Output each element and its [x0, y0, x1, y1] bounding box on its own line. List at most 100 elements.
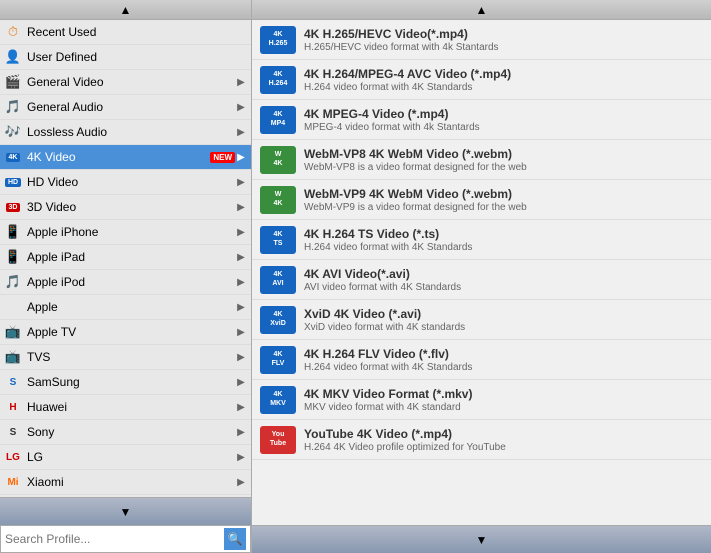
right-list-item-youtube-4k[interactable]: You TubeYouTube 4K Video (*.mp4)H.264 4K… — [252, 420, 711, 460]
format-desc: WebM-VP9 is a video format designed for … — [304, 202, 703, 213]
format-desc: WebM-VP8 is a video format designed for … — [304, 162, 703, 173]
apple-icon — [4, 298, 22, 316]
format-title: WebM-VP8 4K WebM Video (*.webm) — [304, 147, 703, 161]
left-scroll-up-btn[interactable]: ▲ — [0, 0, 251, 20]
right-list-item-4k-h264-avc[interactable]: 4K H.264 4K H.264/MPEG-4 AVC Video (*.mp4… — [252, 60, 711, 100]
left-list: ⏱Recent Used👤User Defined🎬General Video▶… — [0, 20, 251, 497]
right-list-item-4k-flv[interactable]: 4K FLV 4K H.264 FLV Video (*.flv)H.264 vi… — [252, 340, 711, 380]
format-title: 4K MKV Video Format (*.mkv) — [304, 387, 703, 401]
right-list-item-webm-vp9[interactable]: W 4KWebM-VP9 4K WebM Video (*.webm)WebM-… — [252, 180, 711, 220]
format-title: YouTube 4K Video (*.mp4) — [304, 427, 703, 441]
right-list-item-4k-mkv[interactable]: 4K MKV 4K MKV Video Format (*.mkv)MKV vid… — [252, 380, 711, 420]
left-item-label: General Video — [27, 75, 235, 89]
format-text-4k-h264-avc: 4K H.264/MPEG-4 AVC Video (*.mp4)H.264 v… — [304, 67, 703, 93]
left-list-item-user-defined[interactable]: 👤User Defined — [0, 45, 251, 70]
left-list-item-xiaomi[interactable]: MiXiaomi▶ — [0, 470, 251, 495]
left-list-item-sony[interactable]: SSony▶ — [0, 420, 251, 445]
left-list-item-tvs[interactable]: 📺TVS▶ — [0, 345, 251, 370]
search-button[interactable]: 🔍 — [224, 528, 246, 550]
left-list-item-3d-video[interactable]: 3D3D Video▶ — [0, 195, 251, 220]
arrow-right-icon: ▶ — [235, 327, 247, 338]
left-list-item-general-video[interactable]: 🎬General Video▶ — [0, 70, 251, 95]
right-list-item-xvid-4k[interactable]: 4K XviDXviD 4K Video (*.avi)XviD video f… — [252, 300, 711, 340]
left-item-label: Sony — [27, 425, 235, 439]
left-list-item-hd-video[interactable]: HDHD Video▶ — [0, 170, 251, 195]
right-scroll-up-icon: ▲ — [476, 3, 488, 17]
format-icon-4k-mkv: 4K MKV — [260, 386, 296, 414]
format-desc: H.265/HEVC video format with 4k Stantard… — [304, 42, 703, 53]
left-item-label: 3D Video — [27, 200, 235, 214]
arrow-right-icon: ▶ — [235, 227, 247, 238]
left-item-label: Recent Used — [27, 25, 247, 39]
left-item-label: Apple iPod — [27, 275, 235, 289]
format-desc: H.264 video format with 4K Standards — [304, 82, 703, 93]
format-desc: MPEG-4 video format with 4k Stantards — [304, 122, 703, 133]
new-badge: NEW — [210, 152, 235, 163]
arrow-right-icon: ▶ — [235, 402, 247, 413]
hd-icon: HD — [4, 173, 22, 191]
right-list-item-4k-h265[interactable]: 4K H.265 4K H.265/HEVC Video(*.mp4)H.265/… — [252, 20, 711, 60]
format-text-4k-h264-ts: 4K H.264 TS Video (*.ts)H.264 video form… — [304, 227, 703, 253]
left-list-item-4k-video[interactable]: 4K4K VideoNEW▶ — [0, 145, 251, 170]
sony-icon: S — [4, 423, 22, 441]
format-icon-webm-vp8: W 4K — [260, 146, 296, 174]
format-title: 4K H.264 FLV Video (*.flv) — [304, 347, 703, 361]
left-item-label: TVS — [27, 350, 235, 364]
right-scroll-down-btn[interactable]: ▼ — [252, 525, 711, 553]
left-list-item-huawei[interactable]: HHuawei▶ — [0, 395, 251, 420]
left-list-item-apple[interactable]: Apple▶ — [0, 295, 251, 320]
left-scroll-down-icon: ▼ — [120, 505, 132, 519]
format-title: 4K H.264 TS Video (*.ts) — [304, 227, 703, 241]
left-item-label: Apple iPad — [27, 250, 235, 264]
format-title: 4K H.264/MPEG-4 AVC Video (*.mp4) — [304, 67, 703, 81]
format-icon-youtube-4k: You Tube — [260, 426, 296, 454]
ipod-icon: 🎵 — [4, 273, 22, 291]
format-text-4k-flv: 4K H.264 FLV Video (*.flv)H.264 video fo… — [304, 347, 703, 373]
left-list-item-apple-ipod[interactable]: 🎵Apple iPod▶ — [0, 270, 251, 295]
left-list-item-recent-used[interactable]: ⏱Recent Used — [0, 20, 251, 45]
tv-icon: 📺 — [4, 348, 22, 366]
lg-icon: LG — [4, 448, 22, 466]
format-icon-4k-flv: 4K FLV — [260, 346, 296, 374]
format-desc: XviD video format with 4K standards — [304, 322, 703, 333]
3d-icon: 3D — [4, 198, 22, 216]
format-text-4k-mpeg4: 4K MPEG-4 Video (*.mp4)MPEG-4 video form… — [304, 107, 703, 133]
user-icon: 👤 — [4, 48, 22, 66]
format-desc: H.264 video format with 4K Standards — [304, 242, 703, 253]
left-list-item-apple-iphone[interactable]: 📱Apple iPhone▶ — [0, 220, 251, 245]
left-item-label: General Audio — [27, 100, 235, 114]
left-panel: ▲ ⏱Recent Used👤User Defined🎬General Vide… — [0, 0, 252, 553]
arrow-right-icon: ▶ — [235, 152, 247, 163]
left-scroll-down-btn[interactable]: ▼ — [0, 497, 251, 525]
left-list-item-lossless-audio[interactable]: 🎶Lossless Audio▶ — [0, 120, 251, 145]
search-icon: 🔍 — [228, 532, 243, 546]
format-title: 4K H.265/HEVC Video(*.mp4) — [304, 27, 703, 41]
format-icon-4k-h264-avc: 4K H.264 — [260, 66, 296, 94]
right-list-item-webm-vp8[interactable]: W 4K WebM-VP8 4K WebM Video (*.webm)WebM-… — [252, 140, 711, 180]
format-icon-webm-vp9: W 4K — [260, 186, 296, 214]
left-list-item-lg[interactable]: LGLG▶ — [0, 445, 251, 470]
tablet-icon: 📱 — [4, 248, 22, 266]
format-icon-4k-h265: 4K H.265 — [260, 26, 296, 54]
arrow-right-icon: ▶ — [235, 177, 247, 188]
arrow-right-icon: ▶ — [235, 252, 247, 263]
left-item-label: 4K Video — [27, 150, 207, 164]
format-title: 4K MPEG-4 Video (*.mp4) — [304, 107, 703, 121]
left-scroll-up-icon: ▲ — [120, 3, 132, 17]
left-list-item-samsung[interactable]: SSamSung▶ — [0, 370, 251, 395]
left-list-item-apple-ipad[interactable]: 📱 Apple iPad▶ — [0, 245, 251, 270]
left-item-label: Apple iPhone — [27, 225, 235, 239]
right-panel: ▲ 4K H.2654K H.265/HEVC Video(*.mp4)H.26… — [252, 0, 711, 553]
right-scroll-up-btn[interactable]: ▲ — [252, 0, 711, 20]
right-list-item-4k-avi[interactable]: 4K AVI4K AVI Video(*.avi)AVI video forma… — [252, 260, 711, 300]
lossless-icon: 🎶 — [4, 123, 22, 141]
right-list-item-4k-h264-ts[interactable]: 4K TS4K H.264 TS Video (*.ts)H.264 video… — [252, 220, 711, 260]
samsung-icon: S — [4, 373, 22, 391]
left-list-item-general-audio[interactable]: 🎵General Audio▶ — [0, 95, 251, 120]
right-list-item-4k-mpeg4[interactable]: 4K MP44K MPEG-4 Video (*.mp4)MPEG-4 vide… — [252, 100, 711, 140]
arrow-right-icon: ▶ — [235, 102, 247, 113]
left-item-label: Apple TV — [27, 325, 235, 339]
search-input[interactable] — [5, 532, 224, 546]
left-list-item-apple-tv[interactable]: 📺Apple TV▶ — [0, 320, 251, 345]
format-text-4k-mkv: 4K MKV Video Format (*.mkv)MKV video for… — [304, 387, 703, 413]
